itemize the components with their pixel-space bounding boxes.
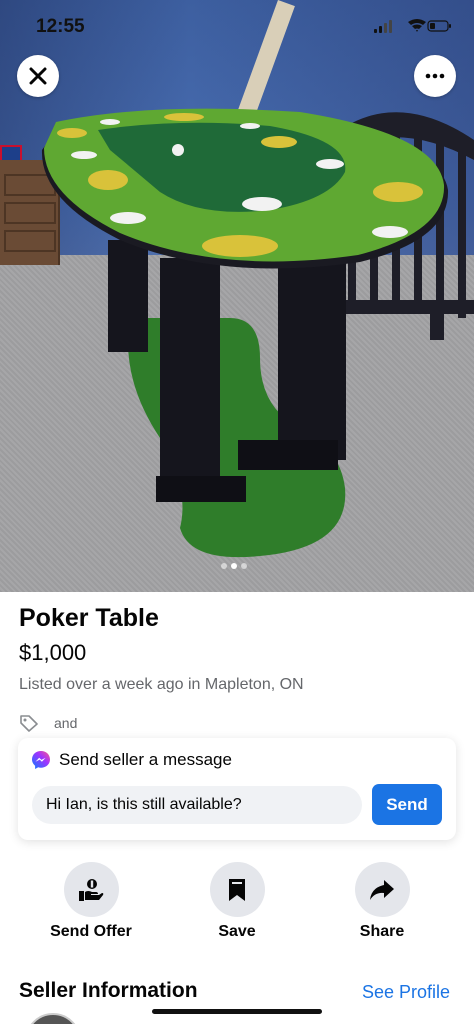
tags-text: and bbox=[54, 715, 78, 731]
offer-icon bbox=[79, 878, 104, 901]
more-options-button[interactable] bbox=[414, 55, 456, 97]
pagination-dot[interactable] bbox=[241, 563, 247, 569]
listing-price: $1,000 bbox=[19, 640, 87, 665]
save-circle bbox=[209, 862, 265, 917]
seller-info-heading: Seller Information bbox=[19, 979, 198, 1002]
status-time: 12:55 bbox=[36, 16, 85, 37]
poker-table bbox=[41, 108, 449, 502]
messenger-icon bbox=[32, 751, 50, 769]
bookmark-icon bbox=[229, 878, 245, 901]
share-circle bbox=[354, 862, 410, 917]
send-offer-button[interactable]: Send Offer bbox=[31, 862, 151, 941]
pagination-dot-active[interactable] bbox=[231, 563, 237, 569]
listing-location: Listed over a week ago in Mapleton, ON bbox=[19, 676, 304, 693]
share-arrow-icon bbox=[370, 879, 394, 900]
listing-title: Poker Table bbox=[19, 604, 159, 632]
status-bar: 12:55 bbox=[0, 0, 474, 48]
close-icon bbox=[29, 67, 47, 85]
status-icons bbox=[374, 19, 451, 33]
more-dots-icon bbox=[425, 73, 445, 79]
seller-avatar[interactable] bbox=[25, 1013, 81, 1024]
close-button[interactable] bbox=[17, 55, 59, 97]
send-offer-label: Send Offer bbox=[50, 923, 132, 940]
listing-tags[interactable]: and bbox=[19, 712, 77, 734]
save-label: Save bbox=[218, 923, 256, 940]
share-button[interactable]: Share bbox=[322, 862, 442, 941]
message-heading: Send seller a message bbox=[31, 750, 232, 770]
message-seller-card: Send seller a message Hi Ian, is this st… bbox=[18, 738, 456, 840]
message-heading-label: Send seller a message bbox=[59, 750, 232, 769]
photo-pagination bbox=[221, 563, 247, 569]
tag-icon bbox=[20, 715, 38, 732]
see-profile-link[interactable]: See Profile bbox=[362, 982, 450, 1003]
pagination-dot[interactable] bbox=[221, 563, 227, 569]
send-offer-circle bbox=[63, 862, 119, 917]
share-label: Share bbox=[359, 923, 405, 940]
send-button[interactable]: Send bbox=[372, 784, 442, 825]
listing-photo[interactable]: 12:55 bbox=[0, 0, 474, 592]
home-indicator[interactable] bbox=[152, 1009, 322, 1014]
save-button[interactable]: Save bbox=[177, 862, 297, 941]
message-input[interactable]: Hi Ian, is this still available? bbox=[32, 786, 362, 824]
